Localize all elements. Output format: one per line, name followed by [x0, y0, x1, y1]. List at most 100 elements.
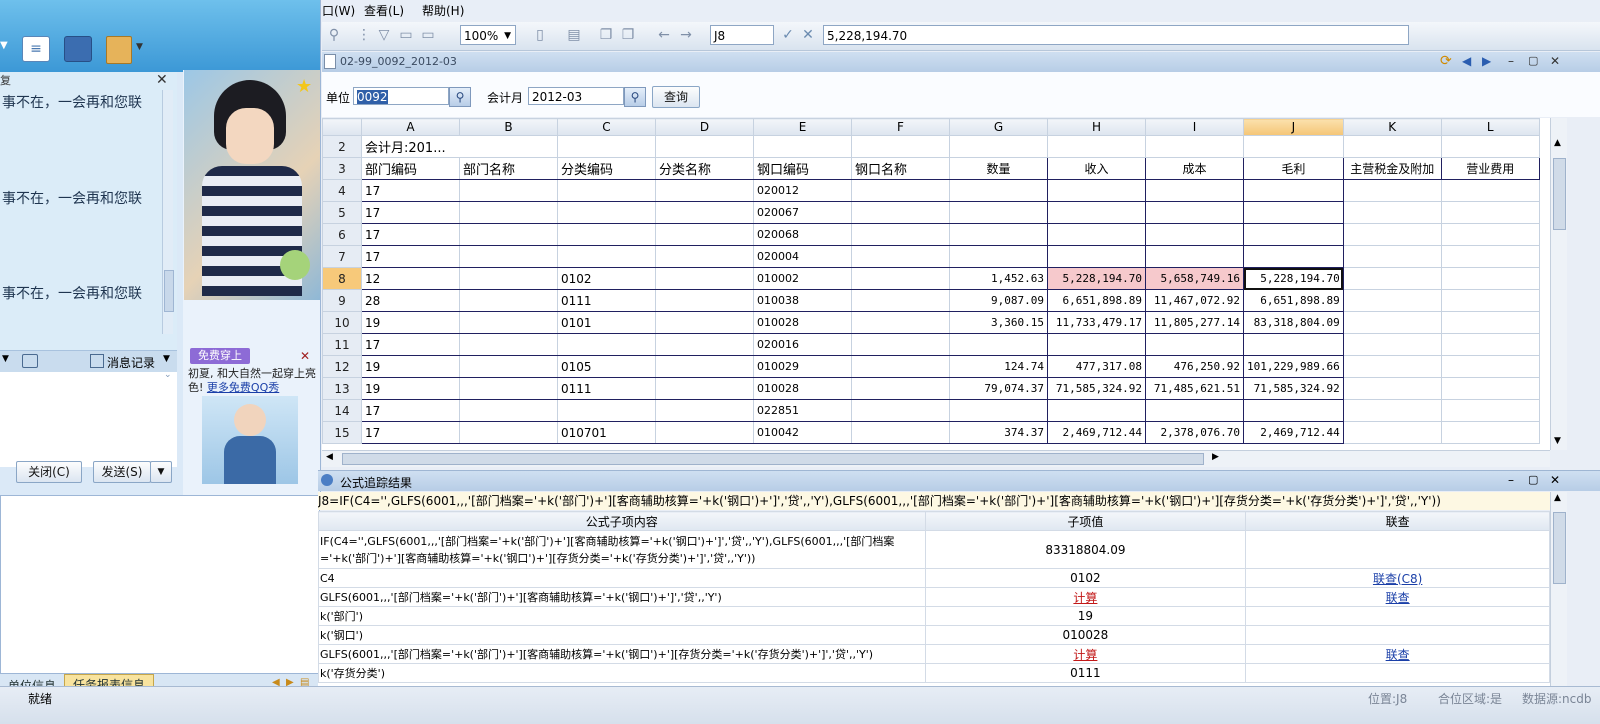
- menu-view[interactable]: 查看(L): [364, 2, 404, 19]
- cell-cost[interactable]: [1145, 399, 1244, 422]
- confirm-icon[interactable]: ✓: [780, 27, 796, 43]
- cell-expense[interactable]: [1440, 179, 1540, 202]
- send-button[interactable]: 发送(S): [93, 461, 151, 483]
- history-button[interactable]: 消息记录: [107, 354, 155, 371]
- trace-header-cell[interactable]: 子项值: [924, 511, 1247, 531]
- cell-dept-name[interactable]: [459, 223, 558, 246]
- cell-expense[interactable]: [1440, 311, 1540, 334]
- cell-gross-profit[interactable]: [1243, 179, 1344, 202]
- dropdown-arrow-icon[interactable]: ▼: [0, 40, 8, 51]
- chat-scrollbar[interactable]: [162, 90, 174, 334]
- cell-port-name[interactable]: [851, 377, 950, 400]
- cell-dept-code[interactable]: 17: [361, 179, 460, 202]
- cell-cost[interactable]: 5,658,749.16: [1145, 267, 1244, 290]
- dropdown-arrow-icon[interactable]: ▼: [136, 42, 143, 52]
- cell-tax[interactable]: [1342, 399, 1442, 422]
- cell-port-code[interactable]: 010038: [753, 289, 852, 312]
- cell-port-code[interactable]: 020067: [753, 201, 852, 224]
- cell-category-code[interactable]: [557, 179, 656, 202]
- expand-icon[interactable]: ⌄: [164, 370, 172, 380]
- header-cell[interactable]: 数量: [949, 157, 1048, 180]
- cell-expense[interactable]: [1440, 201, 1540, 224]
- filter-icon[interactable]: ▽: [376, 27, 392, 43]
- cell-expense[interactable]: [1440, 399, 1540, 422]
- cell-port-name[interactable]: [851, 421, 950, 444]
- cell-port-code[interactable]: 020004: [753, 245, 852, 268]
- scroll-up-icon[interactable]: ▲: [1554, 493, 1561, 503]
- grid-horizontal-scrollbar[interactable]: ◀ ▶: [322, 450, 1550, 467]
- cell-dept-name[interactable]: [459, 355, 558, 378]
- scroll-thumb[interactable]: [1553, 512, 1566, 584]
- scroll-thumb[interactable]: [342, 453, 1204, 465]
- cell-expense[interactable]: [1440, 245, 1540, 268]
- cell-category-code[interactable]: 0105: [557, 355, 656, 378]
- row-header[interactable]: 8: [322, 267, 362, 290]
- cell-gross-profit[interactable]: [1243, 333, 1344, 356]
- scroll-thumb[interactable]: [164, 270, 174, 312]
- drilldown-link[interactable]: 联查: [1386, 648, 1410, 662]
- cell-expense[interactable]: [1440, 289, 1540, 312]
- col-header[interactable]: H: [1047, 118, 1146, 136]
- row-header[interactable]: 11: [322, 333, 362, 356]
- cell-port-name[interactable]: [851, 311, 950, 334]
- cell-port-code[interactable]: 020012: [753, 179, 852, 202]
- row-header[interactable]: 9: [322, 289, 362, 312]
- cell-dept-code[interactable]: 17: [361, 333, 460, 356]
- cell-cost[interactable]: [1145, 245, 1244, 268]
- cell-port-name[interactable]: [851, 333, 950, 356]
- cell-category-code[interactable]: 0101: [557, 311, 656, 334]
- header-cell[interactable]: 钢口名称: [851, 157, 950, 180]
- cell-port-name[interactable]: [851, 245, 950, 268]
- cell-port-code[interactable]: 010029: [753, 355, 852, 378]
- cell-tax[interactable]: [1342, 179, 1442, 202]
- close-icon[interactable]: ✕: [1550, 473, 1560, 487]
- cell-cost[interactable]: 11,467,072.92: [1145, 289, 1244, 312]
- cell-category-code[interactable]: [557, 333, 656, 356]
- cell-dept-name[interactable]: [459, 333, 558, 356]
- col-header[interactable]: C: [557, 118, 656, 136]
- dropdown-arrow-icon[interactable]: ▼: [163, 354, 170, 364]
- refresh-icon[interactable]: ⟳: [1440, 53, 1452, 69]
- query-button[interactable]: 查询: [652, 86, 700, 108]
- scroll-right-icon[interactable]: ▶: [1212, 452, 1219, 462]
- cell-gross-profit[interactable]: [1243, 201, 1344, 224]
- maximize-icon[interactable]: ▢: [1528, 54, 1538, 67]
- cell-port-name[interactable]: [851, 289, 950, 312]
- cell-category-name[interactable]: [655, 289, 754, 312]
- cell-category-name[interactable]: [655, 245, 754, 268]
- cell-quantity[interactable]: 79,074.37: [949, 377, 1048, 400]
- cell-tax[interactable]: [1342, 355, 1442, 378]
- trace-vertical-scrollbar[interactable]: ▲: [1550, 492, 1567, 686]
- cell-cost[interactable]: [1145, 333, 1244, 356]
- menu-window[interactable]: 口(W): [322, 2, 355, 19]
- cell-income[interactable]: [1047, 399, 1146, 422]
- cell-gross-profit[interactable]: 71,585,324.92: [1243, 377, 1344, 400]
- cell-port-code[interactable]: 020016: [753, 333, 852, 356]
- nav-forward-icon[interactable]: ▶: [1482, 54, 1491, 68]
- remote-desktop-icon[interactable]: [64, 36, 92, 62]
- chevron-down-icon[interactable]: ▼: [504, 26, 511, 46]
- cell-category-name[interactable]: [655, 311, 754, 334]
- cell-category-name[interactable]: [655, 399, 754, 422]
- cell-dept-name[interactable]: [459, 377, 558, 400]
- cell-expense[interactable]: [1440, 333, 1540, 356]
- briefcase-icon[interactable]: [22, 354, 38, 368]
- cell-port-name[interactable]: [851, 201, 950, 224]
- cell-tax[interactable]: [1342, 289, 1442, 312]
- copy-icon[interactable]: ❐: [598, 27, 614, 43]
- cell-category-code[interactable]: [557, 201, 656, 224]
- cell-expense[interactable]: [1440, 355, 1540, 378]
- period-input[interactable]: 2012-03: [528, 87, 624, 105]
- cell-quantity[interactable]: [949, 245, 1048, 268]
- cell-quantity[interactable]: 9,087.09: [949, 289, 1048, 312]
- notepad-icon[interactable]: [106, 36, 132, 64]
- scroll-up-icon[interactable]: ▲: [1554, 138, 1561, 148]
- cell-dept-name[interactable]: [459, 399, 558, 422]
- cell-cost[interactable]: [1145, 223, 1244, 246]
- cell-quantity[interactable]: 3,360.15: [949, 311, 1048, 334]
- col-header[interactable]: B: [459, 118, 558, 136]
- scroll-left-icon[interactable]: ◀: [326, 452, 333, 462]
- cell-category-code[interactable]: [557, 223, 656, 246]
- cell-dept-code[interactable]: 17: [361, 201, 460, 224]
- cell-income[interactable]: 11,733,479.17: [1047, 311, 1146, 334]
